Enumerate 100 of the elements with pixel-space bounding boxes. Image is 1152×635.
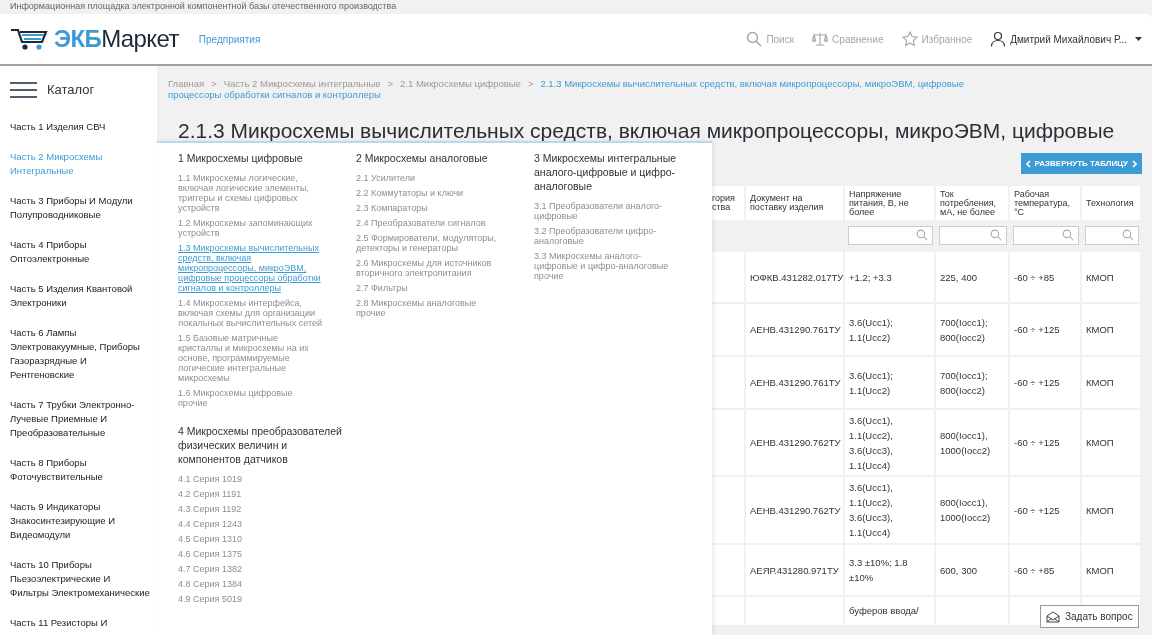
catalog-item[interactable]: Часть 11 Резисторы И (10, 615, 150, 630)
catalog-item[interactable]: Часть 7 Трубки Электронно-Лучевые Приемные И Преобразовательные (10, 397, 150, 440)
ask-question-button[interactable]: Задать вопрос (1040, 605, 1139, 628)
subcategory-link[interactable]: 2.3 Компараторы (356, 203, 516, 213)
table-cell-text: 700(Iocc1); 800(Iocc2) (940, 368, 988, 398)
catalog-item[interactable]: Часть 2 Микросхемы Интегральные (10, 149, 150, 178)
catalog-item[interactable]: Часть 6 Лампы Электровакуумные, Приборы Газоразрядные И Рентгеновские (10, 325, 150, 382)
search-icon (1122, 229, 1134, 241)
header-action[interactable]: Избранное (901, 31, 973, 47)
table-cell-text: 800(Iocc1), 1000(Iocc2) (940, 428, 991, 458)
table-cell-text: 225, 400 (940, 270, 977, 285)
star-icon (901, 31, 918, 47)
table-cell-text: 3.6(Ucc1), 1.1(Ucc2), 3.6(Ucc3), 1.1(Ucc4) (849, 481, 893, 540)
subcategory-link[interactable]: 1.2 Микросхемы запоминающих устройств (178, 218, 338, 238)
search-icon (746, 31, 763, 47)
table-cell-text: АЕНВ.431290.762ТУ (750, 436, 841, 450)
table-cell-text: 3.3 ±10%; 1.8 ±10% (849, 556, 908, 585)
search-icon (916, 229, 928, 241)
table-cell-text: 3.6(Ucc1); 1.1(Ucc2) (849, 315, 893, 345)
header-action[interactable]: Поиск (746, 31, 795, 47)
subcategory-link[interactable]: 2.4 Преобразователи сигналов (356, 218, 516, 228)
search-icon (1062, 229, 1074, 241)
subcategory-link[interactable]: 4.1 Серия 1019 (178, 474, 338, 484)
category-heading[interactable]: 2 Микросхемы аналоговые (356, 151, 526, 165)
site-tagline: Информационная площадка электронной компонентной базы отечественного производства (10, 0, 397, 14)
subcategory-link[interactable]: 4.2 Серия 1191 (178, 489, 338, 499)
subcategory-link[interactable]: 2.5 Формирователи, модуляторы, детекторы и генераторы (356, 233, 516, 253)
user-menu[interactable]: Дмитрий Михайлович Р... (990, 31, 1142, 47)
filter-field[interactable] (1085, 225, 1139, 245)
table-cell-text: буферов ввода/ (849, 604, 919, 618)
catalog-item[interactable]: Часть 3 Приборы И Модули Полупроводниковые (10, 193, 150, 222)
subcategory-link[interactable]: 4.8 Серия 1384 (178, 579, 338, 589)
table-cell-text: КМОП (1086, 563, 1114, 578)
filter-field[interactable] (848, 225, 933, 245)
table-cell-text: ЮФКВ.431282.017ТУ (750, 270, 844, 285)
table-cell-text: 3.6(Ucc1); 1.1(Ucc2) (849, 368, 893, 398)
header-action[interactable]: Сравнение (812, 31, 884, 47)
subcategory-link[interactable]: 2.2 Коммутаторы и ключи (356, 188, 516, 198)
subcategory-link[interactable]: 1.5 Базовые матричные кристаллы и микросхемы на их основе, программируемые логические интегральные микросхемы (178, 333, 338, 383)
table-cell-text: 600, 300 (940, 563, 977, 578)
page-title: 2.1.3 Микросхемы вычислительных средств, включая микропроцессоры, микроЭВМ, цифровые (178, 118, 1116, 144)
logo-text: ЭКБМаркет (54, 27, 179, 51)
subcategory-link[interactable]: 1.6 Микросхемы цифровые прочие (178, 388, 338, 408)
table-cell-text: +1.2; +3.3 (849, 270, 892, 285)
catalog-item[interactable]: Часть 9 Индикаторы Знакосинтезирующие И Видеомодули (10, 499, 150, 542)
catalog-item[interactable]: Часть 5 Изделия Квантовой Электроники (10, 281, 150, 310)
category-heading[interactable]: 3 Микросхемы интегральные аналого-цифровые и цифро-аналоговые (534, 151, 704, 193)
filter-field[interactable] (1013, 225, 1079, 245)
catalog-item[interactable]: Часть 10 Приборы Пьезоэлектрические И Фильтры Электромеханические (10, 557, 150, 600)
subcategory-link[interactable]: 1.4 Микросхемы интерфейса, включая схемы для организации локальных вычислительных сетей (178, 298, 338, 328)
envelope-icon (1046, 610, 1060, 623)
logo[interactable]: ЭКБМаркет (10, 26, 179, 52)
table-cell-text: КМОП (1086, 376, 1114, 390)
catalog-title: Каталог (47, 81, 95, 99)
subcategory-link[interactable]: 2.6 Микросхемы для источников вторичного электропитания (356, 258, 516, 278)
table-cell-text: -60 ÷ +85 (1014, 563, 1055, 578)
subcategory-link[interactable]: 4.5 Серия 1310 (178, 534, 338, 544)
subcategory-link[interactable]: 4.6 Серия 1375 (178, 549, 338, 559)
subcategory-link[interactable]: 3.2 Преобразователи цифро-аналоговые (534, 226, 694, 246)
category-heading[interactable]: 4 Микросхемы преобразователей физических величин и компонентов датчиков (178, 424, 348, 466)
table-cell-text: -60 ÷ +85 (1014, 270, 1055, 285)
caret-icon (1135, 37, 1142, 41)
table-cell-text: КМОП (1086, 323, 1114, 337)
subcategory-link[interactable]: 3.3 Микросхемы аналого-цифровые и цифро-аналоговые прочие (534, 251, 694, 281)
subcategory-link[interactable]: 4.3 Серия 1192 (178, 504, 338, 514)
table-cell-text: -60 ÷ +125 (1014, 436, 1060, 450)
table-cell-text: АЕЯР.431280.971ТУ (750, 563, 839, 578)
breadcrumb[interactable]: Главная > Часть 2 Микросхемы интегральные > 2.1 Микросхемы цифровые > 2.1.3 Микросхемы вычислительных средств, включая микропроцессоры, микроЭВМ, цифровые процессоры обработки сигналов и контроллеры (168, 78, 998, 100)
subcategory-link[interactable]: 4.9 Серия 5019 (178, 594, 338, 604)
subcategory-link[interactable]: 3.1 Преобразователи аналого-цифровые (534, 201, 694, 221)
filter-field[interactable] (939, 225, 1007, 245)
table-cell-text: АЕНВ.431290.761ТУ (750, 323, 841, 337)
subcategory-link[interactable]: 2.1 Усилители (356, 173, 516, 183)
menu-icon[interactable] (10, 81, 37, 98)
chevron-left-icon (1025, 159, 1031, 168)
subcategory-link[interactable]: 1.3 Микросхемы вычислительных средств, включая микропроцессоры, микроЭВМ, цифровые процессоры обработки сигналов и контроллеры (178, 243, 338, 293)
scales-icon (812, 31, 829, 47)
catalog-item[interactable]: Часть 8 Приборы Фоточувствительные (10, 455, 150, 484)
table-cell-text: -60 ÷ +125 (1014, 503, 1060, 518)
table-cell-text: 800(Iocc1), 1000(Iocc2) (940, 496, 991, 525)
subcategory-link[interactable]: 1.1 Микросхемы логические, включая логические элементы, триггеры и схемы цифровых устройств (178, 173, 338, 213)
table-cell-text: 3.6(Ucc1), 1.1(Ucc2), 3.6(Ucc3), 1.1(Ucc4) (849, 413, 893, 473)
table-cell-text: -60 ÷ +125 (1014, 323, 1060, 337)
subcategory-link[interactable]: 4.7 Серия 1382 (178, 564, 338, 574)
table-cell-text: КМОП (1086, 503, 1114, 518)
table-cell-text: 700(Iocc1); 800(Iocc2) (940, 315, 988, 345)
chevron-right-icon (1132, 159, 1137, 168)
expand-table-button[interactable]: РАЗВЕРНУТЬ ТАБЛИЦУ (1020, 153, 1142, 174)
user-icon (990, 31, 1007, 47)
subcategory-link[interactable]: 2.8 Микросхемы аналоговые прочие (356, 298, 516, 318)
table-cell-text: АЕНВ.431290.762ТУ (750, 503, 841, 518)
table-cell-text: АЕНВ.431290.761ТУ (750, 376, 841, 390)
search-icon (990, 229, 1002, 241)
nav-link[interactable]: Предприятия (198, 31, 261, 47)
catalog-item[interactable]: Часть 4 Приборы Оптоэлектронные (10, 237, 150, 266)
table-cell-text: КМОП (1086, 436, 1114, 450)
subcategory-link[interactable]: 2.7 Фильтры (356, 283, 516, 293)
category-heading[interactable]: 1 Микросхемы цифровые (178, 151, 348, 165)
subcategory-link[interactable]: 4.4 Серия 1243 (178, 519, 338, 529)
catalog-item[interactable]: Часть 1 Изделия СВЧ (10, 119, 150, 134)
